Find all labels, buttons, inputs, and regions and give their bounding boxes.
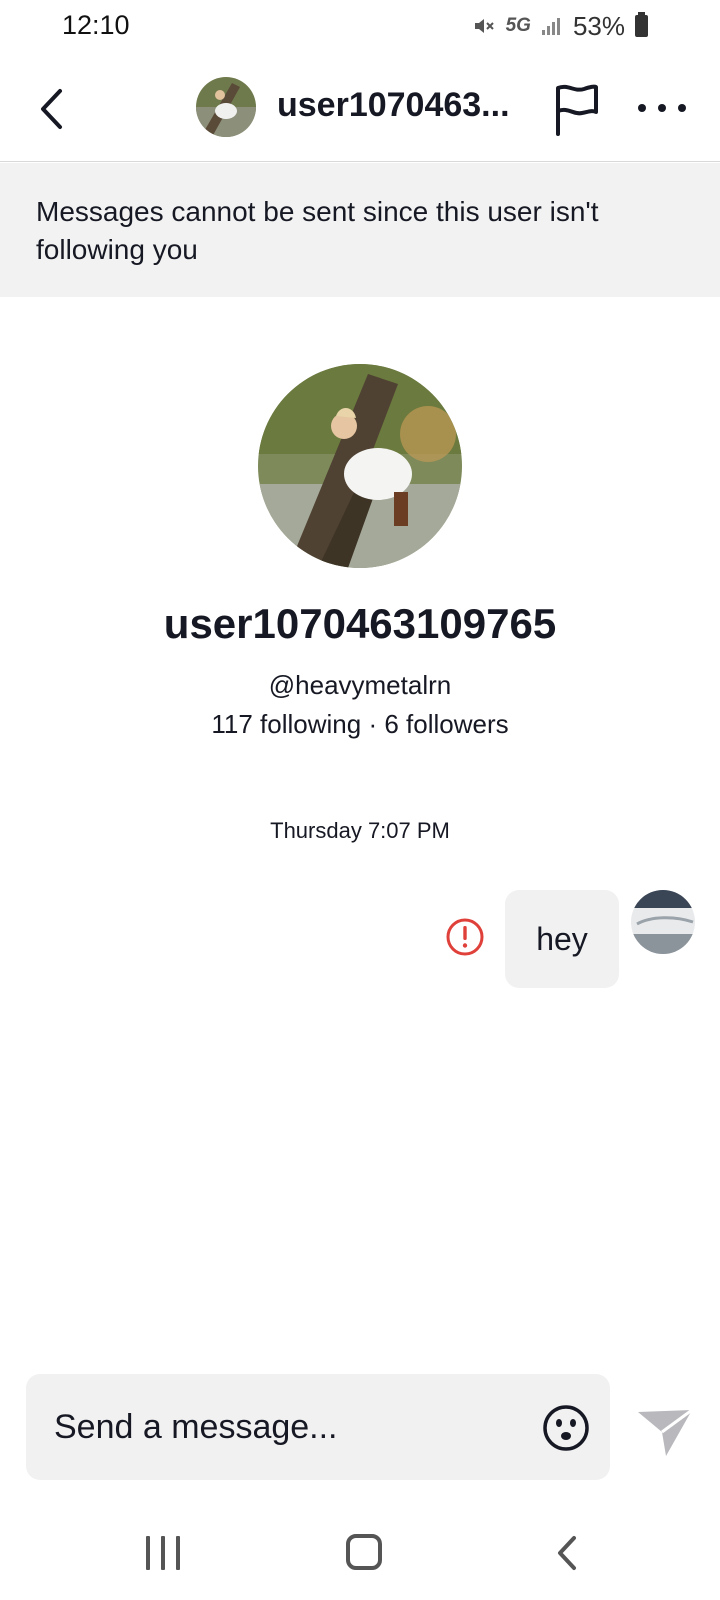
profile-display-name: user1070463109765	[163, 600, 557, 647]
emoji-button[interactable]	[542, 1404, 590, 1452]
message-composer	[26, 1374, 610, 1480]
emoji-icon	[543, 1405, 589, 1451]
flag-icon	[556, 84, 598, 136]
status-time: 12:10	[62, 10, 130, 40]
status-bar: 12:10 5G 53%	[0, 0, 720, 52]
chat-header: user1070463...	[0, 56, 720, 162]
my-avatar	[631, 890, 695, 954]
message-timestamp: Thursday 7:07 PM	[270, 818, 450, 843]
message-input[interactable]	[54, 1374, 534, 1480]
network-label: 5G	[505, 15, 531, 36]
profile-avatar[interactable]	[258, 364, 462, 568]
mute-icon	[474, 19, 494, 33]
battery-icon	[635, 12, 648, 37]
back-button[interactable]	[30, 84, 74, 134]
more-icon	[638, 104, 646, 112]
battery-percent: 53%	[572, 10, 625, 41]
status-indicators: 5G 53%	[472, 10, 648, 42]
home-button[interactable]	[346, 1534, 382, 1570]
error-icon	[446, 918, 484, 956]
message-text: hey	[536, 920, 588, 957]
send-button[interactable]	[636, 1404, 694, 1458]
avatar-image	[196, 77, 256, 137]
report-button[interactable]	[552, 82, 602, 136]
cannot-message-banner: Messages cannot be sent since this user …	[0, 163, 720, 297]
message-bubble[interactable]: hey	[505, 890, 619, 988]
system-back-icon	[558, 1536, 576, 1570]
my-avatar-image	[631, 890, 695, 954]
banner-text: Messages cannot be sent since this user …	[36, 196, 599, 265]
recents-button[interactable]	[146, 1536, 180, 1570]
more-options-button[interactable]	[638, 92, 686, 124]
signal-icon	[541, 18, 560, 35]
system-nav-bar	[0, 1510, 720, 1600]
message-failed-indicator[interactable]	[445, 917, 485, 957]
back-arrow-icon	[41, 89, 62, 129]
system-back-button[interactable]	[554, 1534, 582, 1572]
profile-avatar-image	[258, 364, 462, 568]
profile-handle: @heavymetalrn	[268, 670, 452, 700]
profile-stats: 117 following · 6 followers	[211, 709, 509, 739]
header-avatar[interactable]	[196, 77, 256, 137]
header-username[interactable]: user1070463...	[277, 86, 510, 125]
send-icon	[638, 1408, 693, 1456]
